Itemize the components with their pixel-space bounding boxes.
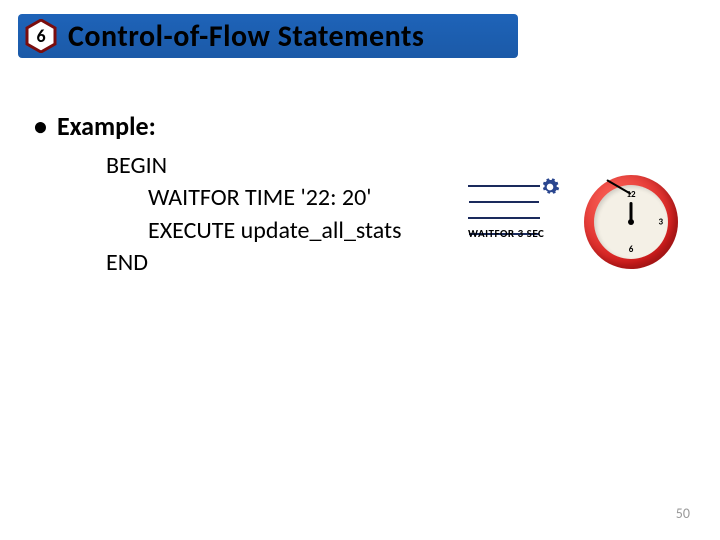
clock-num-3: 3 xyxy=(658,217,663,228)
wire-line xyxy=(469,201,539,203)
clock-icon: 12 3 6 xyxy=(584,175,678,269)
waitfor-illustration: WAITFOR 3 SEC 12 3 6 xyxy=(468,175,678,275)
slide-title: Control-of-Flow Statements xyxy=(68,18,424,55)
clock-minute-hand xyxy=(606,179,631,195)
wire-line xyxy=(468,217,540,219)
clock-center xyxy=(628,219,634,225)
bullet-example: Example: xyxy=(34,110,690,142)
page-number: 50 xyxy=(676,505,690,522)
waitfor-label: WAITFOR 3 SEC xyxy=(468,227,568,240)
clock-face: 12 3 6 xyxy=(594,185,668,259)
slide: 6 Control-of-Flow Statements Example: BE… xyxy=(0,0,720,540)
clock-num-6: 6 xyxy=(629,244,634,255)
section-number: 6 xyxy=(36,25,45,47)
title-bar: 6 Control-of-Flow Statements xyxy=(18,14,518,58)
gear-icon xyxy=(540,177,560,197)
section-badge: 6 xyxy=(24,19,58,53)
wire-line xyxy=(468,185,540,187)
